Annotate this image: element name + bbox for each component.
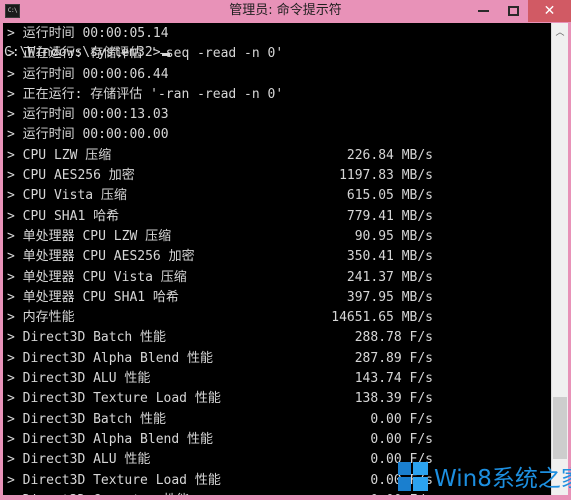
console-line-value: 138.39 F/s <box>354 391 433 407</box>
console-line: > 运行时间 00:00:13.03 <box>3 105 551 125</box>
console-line-label: > CPU AES256 加密 <box>7 168 135 184</box>
console-line-label: > Direct3D Geometry 性能 <box>7 491 190 495</box>
console-line-label: > 正在运行: 存储评估 '-ran -read -n 0' <box>7 86 284 102</box>
console-line: > Direct3D Texture Load 性能 0.00 F/s <box>3 471 551 491</box>
console-line: > Direct3D Alpha Blend 性能 0.00 F/s <box>3 430 551 450</box>
minimize-icon <box>477 10 489 12</box>
console-line-label: > Direct3D Texture Load 性能 <box>7 472 221 488</box>
console-line: > Direct3D ALU 性能 143.74 F/s <box>3 369 551 389</box>
console-line-value: 0.00 F/s <box>265 491 433 495</box>
console-line: > 单处理器 CPU AES256 加密 350.41 MB/s <box>3 247 551 267</box>
console-line-value: 350.41 MB/s <box>346 249 433 265</box>
text-cursor <box>161 53 170 57</box>
console-line-value: 0.00 F/s <box>370 472 433 488</box>
close-button[interactable]: ✕ <box>528 0 571 22</box>
console-line: > 运行时间 00:00:00.00 <box>3 125 551 145</box>
console-line-label: > 单处理器 CPU Vista 压缩 <box>7 269 187 285</box>
console-line-value: 397.95 MB/s <box>346 289 433 305</box>
console-line: > Direct3D Alpha Blend 性能 287.89 F/s <box>3 349 551 369</box>
console-line-value: 241.37 MB/s <box>346 269 433 285</box>
console-line-value: 287.89 F/s <box>354 350 433 366</box>
console-line: > 单处理器 CPU SHA1 哈希 397.95 MB/s <box>3 288 551 308</box>
console-output-area[interactable]: > 运行时间 00:00:05.14 > 正在运行: 存储评估 '-seq -re… <box>3 23 551 495</box>
console-prompt-line[interactable]: C:\Windows\system32> <box>3 43 551 63</box>
command-prompt-window: C:\ 管理员: 命令提示符 ✕ > 运行时间 00:00:05.14 > 正在运… <box>0 0 571 500</box>
console-line: > 运行时间 00:00:06.44 <box>3 65 551 85</box>
console-line: > Direct3D Batch 性能 288.78 F/s <box>3 328 551 348</box>
console-line-label: > CPU LZW 压缩 <box>7 147 112 163</box>
console-line-label: > Direct3D ALU 性能 <box>7 452 151 468</box>
console-line-label: > 内存性能 <box>7 310 75 326</box>
console-line-value: 226.84 MB/s <box>346 147 433 163</box>
console-line: > Direct3D Texture Load 性能 138.39 F/s <box>3 389 551 409</box>
console-line-value: 90.95 MB/s <box>354 228 433 244</box>
console-line-label: > 运行时间 00:00:05.14 <box>7 26 169 41</box>
console-line-value: 288.78 F/s <box>354 330 433 346</box>
console-line: > Direct3D ALU 性能 0.00 F/s <box>3 450 551 470</box>
console-line-label: > 运行时间 00:00:13.03 <box>7 107 169 123</box>
prompt-text: C:\Windows\system32> <box>4 45 161 61</box>
console-line: > 正在运行: 存储评估 '-ran -read -n 0' <box>3 85 551 105</box>
maximize-button[interactable] <box>498 0 528 22</box>
console-line: > CPU LZW 压缩 226.84 MB/s <box>3 146 551 166</box>
minimize-button[interactable] <box>468 0 498 22</box>
console-line-label: > CPU SHA1 哈希 <box>7 208 120 224</box>
console-line-label: > Direct3D Batch 性能 <box>7 411 167 427</box>
scroll-up-arrow-icon[interactable]: ︿ <box>552 23 568 40</box>
maximize-icon <box>507 6 519 16</box>
console-line-label: > 单处理器 CPU SHA1 哈希 <box>7 289 179 305</box>
console-line-value: 0.00 F/s <box>370 411 433 427</box>
console-line-value: 143.74 F/s <box>354 371 433 387</box>
console-scrollbar[interactable]: ︿ <box>551 23 568 495</box>
console-line-label: > Direct3D Alpha Blend 性能 <box>7 350 214 366</box>
console-line-list: > 运行时间 00:00:05.14 > 正在运行: 存储评估 '-seq -re… <box>3 23 551 495</box>
console-line-label: > 运行时间 00:00:06.44 <box>7 66 169 82</box>
console-line: > Direct3D Batch 性能 0.00 F/s <box>3 410 551 430</box>
console-line: > CPU Vista 压缩 615.05 MB/s <box>3 186 551 206</box>
console-line-label: > Direct3D Alpha Blend 性能 <box>7 431 214 447</box>
console-line-label: > 单处理器 CPU AES256 加密 <box>7 249 195 265</box>
console-line-value: 14651.65 MB/s <box>331 310 433 326</box>
console-line-value: 0.00 F/s <box>370 452 433 468</box>
console-line-label: > Direct3D Texture Load 性能 <box>7 391 221 407</box>
console-line: > Direct3D Geometry 性能 0.00 F/s <box>3 491 551 495</box>
console-line-value: 0.00 F/s <box>370 431 433 447</box>
title-bar[interactable]: C:\ 管理员: 命令提示符 ✕ <box>0 0 571 22</box>
console-line: > 内存性能 14651.65 MB/s <box>3 308 551 328</box>
console-line-value: 1197.83 MB/s <box>339 168 433 184</box>
console-line: > 运行时间 00:00:05.14 <box>3 24 551 44</box>
console-line: > 单处理器 CPU LZW 压缩 90.95 MB/s <box>3 227 551 247</box>
console-line: > CPU AES256 加密 1197.83 MB/s <box>3 166 551 186</box>
console-line-label: > CPU Vista 压缩 <box>7 188 127 204</box>
console-line-label: > 运行时间 00:00:00.00 <box>7 127 169 143</box>
console-line: > 单处理器 CPU Vista 压缩 241.37 MB/s <box>3 268 551 288</box>
console-line: > CPU SHA1 哈希 779.41 MB/s <box>3 207 551 227</box>
console-line-value: 615.05 MB/s <box>346 188 433 204</box>
console-line-value: 779.41 MB/s <box>346 208 433 224</box>
scrollbar-thumb[interactable] <box>553 397 567 459</box>
console-line-label: > Direct3D ALU 性能 <box>7 371 151 387</box>
console-line-label: > 单处理器 CPU LZW 压缩 <box>7 228 172 244</box>
console-line-label: > Direct3D Batch 性能 <box>7 330 167 346</box>
